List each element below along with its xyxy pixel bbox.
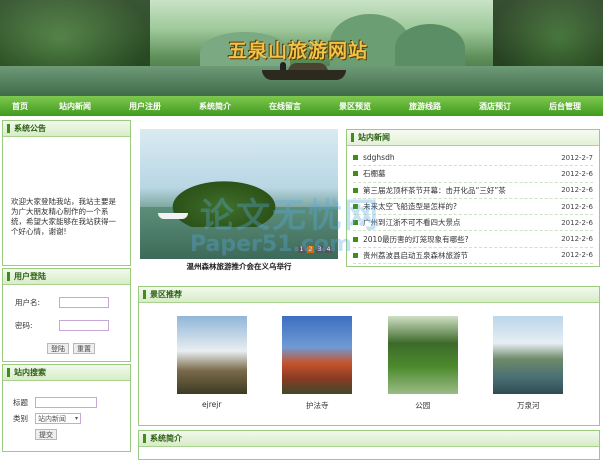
bullet-icon: [353, 236, 358, 242]
scenic-photo[interactable]: [493, 316, 564, 394]
slide-dot[interactable]: 3: [316, 246, 323, 253]
slideshow-image[interactable]: 1 2 3 4: [140, 129, 338, 259]
site-banner: 五泉山旅游网站: [0, 0, 603, 96]
news-item[interactable]: 广州到江浙不可不看四大景点 2012-2-6: [353, 215, 593, 232]
scenic-card[interactable]: 护法寺: [281, 316, 353, 411]
search-submit-button[interactable]: 提交: [35, 429, 57, 440]
nav-admin[interactable]: 后台管理: [530, 101, 600, 112]
nav-register[interactable]: 用户注册: [110, 101, 180, 112]
nav-routes[interactable]: 旅游线路: [390, 101, 460, 112]
search-type-label: 类别: [13, 414, 28, 423]
scenic-card[interactable]: ejrejr: [176, 316, 248, 411]
login-panel: 用户登陆 用户名: 密码: 登陆 重置: [2, 268, 131, 362]
search-title-input[interactable]: [35, 397, 97, 408]
notice-panel: 系统公告 欢迎大家登陆我站，我站主要是为广大朋友精心制作的一个系统，希望大家能够…: [2, 120, 131, 266]
scenic-card[interactable]: 公园: [387, 316, 459, 411]
slide-dot-active[interactable]: 2: [307, 246, 314, 253]
scenic-photo[interactable]: [387, 316, 458, 394]
scenic-photo[interactable]: [282, 316, 353, 394]
nav-hotel[interactable]: 酒店预订: [460, 101, 530, 112]
nav-news[interactable]: 站内新闻: [40, 101, 110, 112]
news-item[interactable]: 贵州荔波县启动五泉森林旅游节 2012-2-6: [353, 248, 593, 265]
slideshow-caption[interactable]: 温州森林旅游推介会在义乌举行: [140, 261, 338, 272]
notice-text: 欢迎大家登陆我站，我站主要是为广大朋友精心制作的一个系统，希望大家能够在我站获得…: [11, 197, 116, 236]
news-item[interactable]: 未来太空飞船造型是怎样的? 2012-2-6: [353, 199, 593, 216]
bullet-icon: [353, 220, 358, 226]
nav-guestbook[interactable]: 在线留言: [250, 101, 320, 112]
nav-home[interactable]: 首页: [0, 101, 40, 112]
news-panel: 站内新闻 sdghsdh 2012-2-7 石棚墓 2012-2-6 第三届龙顶杯茶…: [346, 129, 600, 267]
username-label: 用户名:: [15, 298, 41, 307]
nav-about[interactable]: 系统简介: [180, 101, 250, 112]
search-type-select[interactable]: 站内新闻 ▾: [35, 413, 81, 424]
search-panel: 站内搜索 标题 类别 站内新闻 ▾ 提交: [2, 364, 131, 452]
bullet-icon: [353, 155, 358, 161]
banner-boat: [262, 70, 346, 80]
slideshow-dots: 1 2 3 4: [298, 246, 332, 253]
search-title-label: 标题: [13, 398, 28, 407]
chevron-down-icon: ▾: [74, 415, 78, 422]
news-item[interactable]: 第三届龙顶杯茶节开幕：击开化品“三好”茶 2012-2-6: [353, 183, 593, 199]
site-title: 五泉山旅游网站: [228, 40, 369, 62]
intro-panel: 系统简介: [138, 430, 600, 460]
news-item[interactable]: 2010最历害的灯笼现象有哪些? 2012-2-6: [353, 231, 593, 248]
username-input[interactable]: [59, 297, 109, 308]
intro-heading: 系统简介: [150, 434, 182, 443]
login-heading: 用户登陆: [14, 272, 46, 281]
scenic-photo[interactable]: [176, 316, 247, 394]
bullet-icon: [353, 171, 358, 177]
reset-button[interactable]: 重置: [73, 343, 95, 354]
scenic-card[interactable]: 万泉河: [492, 316, 564, 411]
recommended-panel: 景区推荐 ejrejr 护法寺 公园 万泉河: [138, 286, 600, 426]
password-label: 密码:: [15, 321, 33, 330]
news-heading: 站内新闻: [358, 133, 390, 142]
notice-heading: 系统公告: [14, 124, 46, 133]
slide-dot[interactable]: 1: [298, 246, 305, 253]
recommended-heading: 景区推荐: [150, 290, 182, 299]
news-item[interactable]: sdghsdh 2012-2-7: [353, 150, 593, 167]
login-button[interactable]: 登陆: [47, 343, 69, 354]
password-input[interactable]: [59, 320, 109, 331]
bullet-icon: [353, 187, 358, 193]
news-item[interactable]: 石棚墓 2012-2-6: [353, 166, 593, 183]
nav-preview[interactable]: 景区预览: [320, 101, 390, 112]
slide-dot[interactable]: 4: [325, 246, 332, 253]
bullet-icon: [353, 204, 358, 210]
bullet-icon: [353, 252, 358, 258]
search-heading: 站内搜索: [14, 368, 46, 377]
main-nav: 首页 站内新闻 用户注册 系统简介 在线留言 景区预览 旅游线路 酒店预订 后台…: [0, 96, 603, 116]
